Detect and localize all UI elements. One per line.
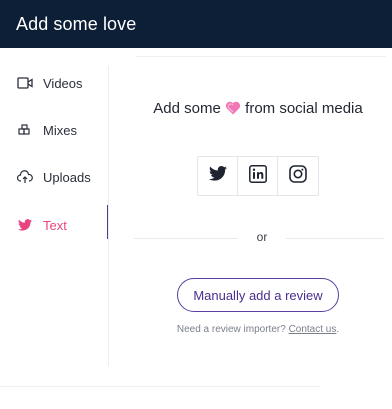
modal-header: Add some love	[0, 0, 392, 48]
linkedin-icon	[248, 164, 267, 188]
sidebar-item-label: Mixes	[43, 122, 77, 138]
importer-text: Need a review importer?	[176, 324, 286, 335]
divider	[134, 238, 238, 239]
or-label: or	[256, 230, 268, 244]
modal-title: Add some love	[16, 13, 137, 34]
sidebar-item-videos[interactable]: Videos	[0, 63, 110, 103]
sidebar-item-label: Videos	[43, 75, 83, 91]
footer-divider	[0, 386, 320, 387]
instagram-icon	[289, 164, 307, 188]
headline-text-end: from social media	[245, 100, 363, 117]
sidebar-item-label: Uploads	[43, 169, 91, 185]
sidebar-item-mixes[interactable]: Mixes	[0, 110, 110, 150]
twitter-button[interactable]	[198, 157, 238, 195]
twitter-icon	[208, 166, 227, 186]
importer-period: .	[336, 324, 340, 335]
heart-icon	[225, 101, 241, 119]
social-buttons	[197, 156, 319, 196]
sidebar-item-text[interactable]: Text	[0, 205, 110, 245]
sidebar-divider	[108, 66, 109, 366]
sidebar-item-label: Text	[43, 217, 67, 233]
divider	[136, 56, 386, 57]
mixes-icon	[17, 122, 33, 138]
sidebar: Videos Mixes Uploads Text	[0, 48, 110, 368]
instagram-button[interactable]	[278, 157, 318, 195]
review-importer-note: Need a review importer? Contact us.	[110, 324, 392, 335]
or-separator: or	[134, 230, 384, 246]
linkedin-button[interactable]	[238, 157, 278, 195]
sidebar-item-uploads[interactable]: Uploads	[0, 157, 110, 197]
manually-add-review-button[interactable]: Manually add a review	[177, 278, 339, 312]
twitter-icon	[17, 217, 33, 233]
social-import-panel: Add some from social media or Manually a…	[110, 48, 392, 388]
headline-text-start: Add some	[153, 100, 221, 117]
divider	[286, 238, 384, 239]
upload-cloud-icon	[17, 169, 33, 185]
video-icon	[17, 75, 33, 91]
contact-us-link[interactable]: Contact us	[289, 324, 337, 335]
panel-headline: Add some from social media	[110, 100, 392, 119]
